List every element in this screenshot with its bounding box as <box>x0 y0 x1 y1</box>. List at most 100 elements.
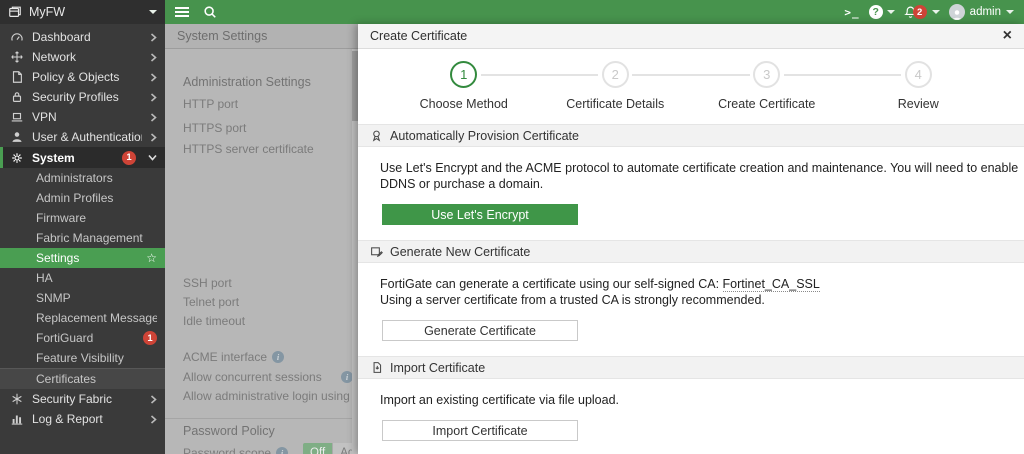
modal-header: Create Certificate × <box>358 24 1024 49</box>
step-create-certificate[interactable]: 3 Create Certificate <box>691 61 843 111</box>
generate-description-line2: Using a server certificate from a truste… <box>380 293 765 307</box>
gauge-icon <box>10 30 24 44</box>
sidebar-item-snmp[interactable]: SNMP <box>0 288 165 308</box>
sidebar-item-vpn[interactable]: VPN <box>0 107 165 127</box>
logo-icon <box>8 5 22 19</box>
sidebar-item-firmware[interactable]: Firmware <box>0 208 165 228</box>
sidebar-item-admin-profiles[interactable]: Admin Profiles <box>0 188 165 208</box>
search-icon[interactable] <box>203 5 217 19</box>
help-icon: ? <box>869 5 883 19</box>
notifications-menu[interactable]: 2 <box>904 5 940 19</box>
settings-row-ssh-port: SSH port <box>183 274 358 291</box>
lock-icon <box>10 90 24 104</box>
settings-row-label: Password scope <box>183 446 271 454</box>
import-certificate-button[interactable]: Import Certificate <box>382 420 578 441</box>
person-icon <box>10 130 24 144</box>
sidebar-item-network[interactable]: Network <box>0 47 165 67</box>
sidebar-item-dashboard[interactable]: Dashboard <box>0 27 165 47</box>
sidebar-item-label: Dashboard <box>32 30 142 44</box>
sidebar-item-label: Administrators <box>36 171 157 185</box>
sidebar-item-user-authentication[interactable]: User & Authentication <box>0 127 165 147</box>
help-menu[interactable]: ? <box>869 5 895 19</box>
step-label: Choose Method <box>420 97 508 111</box>
laptop-icon <box>10 110 24 124</box>
sidebar-item-label: Security Fabric <box>32 392 142 406</box>
sidebar-item-label: Feature Visibility <box>36 351 157 365</box>
segment-off: Off <box>303 443 332 454</box>
sidebar-item-security-fabric[interactable]: Security Fabric <box>0 389 165 409</box>
sidebar-item-label: Settings <box>36 251 146 265</box>
use-lets-encrypt-button[interactable]: Use Let's Encrypt <box>382 204 578 225</box>
sidebar-item-replacement-messages[interactable]: Replacement Messages <box>0 308 165 328</box>
section-header-import: Import Certificate <box>358 356 1024 379</box>
settings-row-idle-timeout: Idle timeout <box>183 312 358 329</box>
password-scope-segmented-control: Off Admin IP <box>303 443 358 454</box>
sidebar-item-label: System <box>32 151 114 165</box>
info-icon: i <box>272 351 284 363</box>
sidebar-item-policy-objects[interactable]: Policy & Objects <box>0 67 165 87</box>
sidebar-item-ha[interactable]: HA <box>0 268 165 288</box>
step-circle: 2 <box>602 61 629 88</box>
top-bar: MyFW >_ ? <box>0 0 1024 24</box>
sidebar-item-system[interactable]: System 1 <box>0 147 165 168</box>
hamburger-icon[interactable] <box>175 6 189 18</box>
sidebar-nav: Dashboard Network Policy & Objects Secur… <box>0 24 165 454</box>
caret-down-icon <box>932 10 940 14</box>
close-icon[interactable]: × <box>1003 28 1012 44</box>
step-circle: 1 <box>450 61 477 88</box>
sidebar-item-settings[interactable]: Settings ☆ <box>0 248 165 268</box>
generate-certificate-button[interactable]: Generate Certificate <box>382 320 578 341</box>
step-certificate-details[interactable]: 2 Certificate Details <box>540 61 692 111</box>
document-icon <box>10 70 24 84</box>
app-root: MyFW >_ ? <box>0 0 1024 454</box>
sidebar-item-certificates[interactable]: Certificates <box>0 369 165 389</box>
sidebar-item-log-report[interactable]: Log & Report <box>0 409 165 429</box>
auto-provision-description: Use Let's Encrypt and the ACME protocol … <box>380 160 1024 192</box>
sidebar-item-security-profiles[interactable]: Security Profiles <box>0 87 165 107</box>
step-review[interactable]: 4 Review <box>843 61 995 111</box>
logo-label: MyFW <box>29 5 65 19</box>
settings-divider <box>165 418 358 419</box>
logo-dropdown[interactable]: MyFW <box>0 0 165 24</box>
sidebar-item-label: Admin Profiles <box>36 191 157 205</box>
top-bar-green: >_ ? 2 <box>165 0 1024 24</box>
sidebar-item-label: Policy & Objects <box>32 70 142 84</box>
settings-row-http-port: HTTP port <box>183 95 358 112</box>
chevron-right-icon <box>150 73 157 82</box>
section-title: Generate New Certificate <box>390 245 530 259</box>
sidebar-item-label: HA <box>36 271 157 285</box>
top-bar-right: >_ ? 2 <box>844 4 1014 20</box>
section-title: Import Certificate <box>390 361 485 375</box>
settings-row-https-port: HTTPS port <box>183 119 358 136</box>
step-circle: 4 <box>905 61 932 88</box>
section-title: Automatically Provision Certificate <box>390 129 579 143</box>
settings-row-telnet-port: Telnet port <box>183 293 358 310</box>
sidebar-item-label: Fabric Management <box>36 231 157 245</box>
wizard-stepper: 1 Choose Method 2 Certificate Details 3 … <box>358 49 1024 124</box>
sidebar-item-label: Firmware <box>36 211 157 225</box>
info-icon: i <box>276 447 288 454</box>
settings-page-dimmed: System Settings Administration Settings … <box>165 24 358 454</box>
fabric-asterisk-icon <box>10 392 24 406</box>
star-icon[interactable]: ☆ <box>146 251 157 265</box>
settings-page-title: System Settings <box>165 24 358 49</box>
chevron-right-icon <box>150 113 157 122</box>
sidebar-item-feature-visibility[interactable]: Feature Visibility <box>0 348 165 368</box>
generate-description-prefix: FortiGate can generate a certificate usi… <box>380 277 723 291</box>
fortiguard-alert-badge: 1 <box>143 331 157 345</box>
sidebar-item-fabric-management[interactable]: Fabric Management <box>0 228 165 248</box>
import-certificate-icon <box>370 361 383 374</box>
sidebar-item-fortiguard[interactable]: FortiGuard 1 <box>0 328 165 348</box>
import-description: Import an existing certificate via file … <box>380 392 1024 408</box>
step-choose-method[interactable]: 1 Choose Method <box>388 61 540 111</box>
notification-badge: 2 <box>913 5 927 19</box>
sidebar-item-administrators[interactable]: Administrators <box>0 168 165 188</box>
generate-description: FortiGate can generate a certificate usi… <box>380 276 1024 308</box>
admin-menu[interactable]: admin <box>949 4 1014 20</box>
ca-name-link[interactable]: Fortinet_CA_SSL <box>723 277 820 292</box>
settings-row-acme-interface: ACME interface i <box>183 348 358 365</box>
avatar <box>949 4 965 20</box>
terminal-icon[interactable]: >_ <box>844 6 859 19</box>
step-label: Review <box>898 97 939 111</box>
caret-down-icon <box>1006 10 1014 14</box>
